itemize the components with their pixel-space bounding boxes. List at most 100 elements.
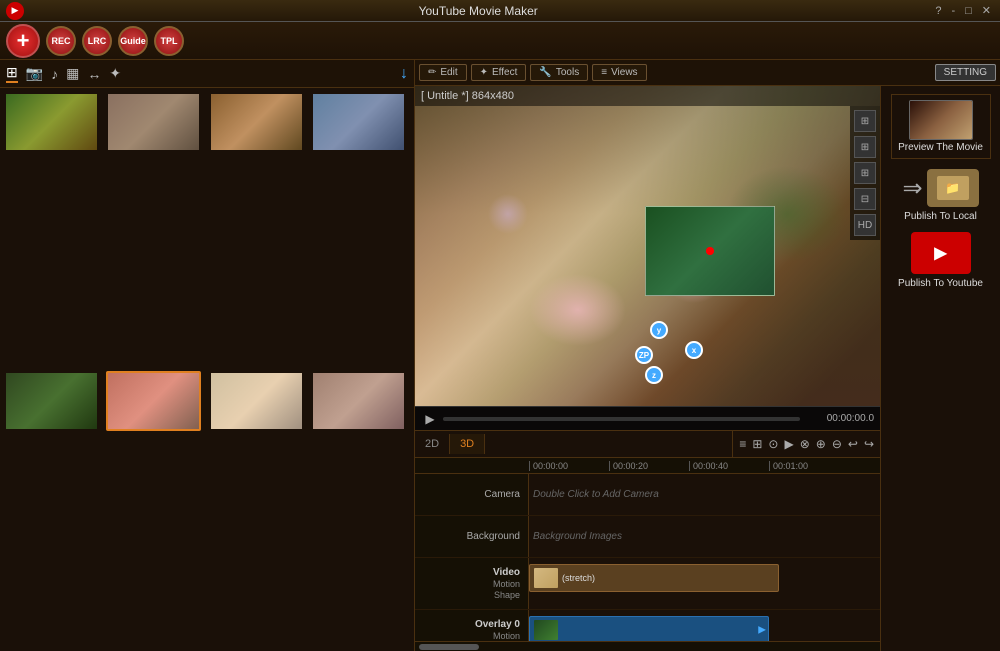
rec-button[interactable]: REC — [46, 26, 76, 56]
media-item[interactable] — [106, 92, 201, 152]
track-content-camera[interactable]: Double Click to Add Camera — [529, 474, 880, 515]
timeline-tool-list[interactable]: ≡ — [739, 437, 746, 451]
track-label-camera: Camera — [415, 474, 529, 515]
video-clip[interactable]: (stretch) — [529, 564, 779, 592]
publish-local-button[interactable]: ⇒ 📁 Publish To Local — [891, 169, 991, 222]
maximize-button[interactable]: □ — [962, 5, 975, 17]
timeline-tools: ≡ ⊞ ⊙ ▶ ⊗ ⊕ ⊖ ↩ ↪ — [732, 431, 880, 457]
edit-icon: ✏ — [428, 67, 436, 78]
tools-tab[interactable]: 🔧 Tools — [530, 64, 588, 81]
ruler-mark: 00:00:00 — [529, 461, 609, 471]
track-label-video: Video Motion Shape — [415, 558, 529, 609]
timeline-tool-undo[interactable]: ↩ — [848, 437, 858, 451]
media-tab-music[interactable]: ♪ — [51, 66, 58, 82]
progress-bar[interactable] — [443, 417, 800, 421]
media-tab-sticker[interactable]: ✦ — [109, 65, 121, 82]
main-toolbar: + REC LRC Guide TPL — [0, 22, 1000, 60]
views-tab[interactable]: ≡ Views — [592, 64, 646, 81]
publish-youtube-button[interactable]: ▶ Publish To Youtube — [891, 232, 991, 289]
timeline-tool-zoom-out[interactable]: ⊖ — [832, 437, 842, 451]
app-title: YouTube Movie Maker — [24, 4, 932, 18]
preview-thumb-inner — [910, 101, 972, 139]
scroll-thumb[interactable] — [419, 644, 479, 650]
help-button[interactable]: ? — [932, 5, 944, 17]
handle-z[interactable]: z — [645, 366, 663, 384]
timeline-tool-redo[interactable]: ↪ — [864, 437, 874, 451]
clip-thumb-overlay0 — [534, 620, 558, 640]
ruler-mark: 00:01:00 — [769, 461, 849, 471]
track-content-overlay0[interactable]: ▶ — [529, 610, 880, 641]
import-button[interactable]: ↓ — [400, 65, 408, 83]
effect-icon: ✦ — [480, 67, 488, 78]
aspect-ratio-button-1[interactable]: ⊞ — [854, 110, 876, 132]
guide-button[interactable]: Guide — [118, 26, 148, 56]
aspect-ratio-button-3[interactable]: ⊞ — [854, 162, 876, 184]
aspect-ratio-button-5[interactable]: HD — [854, 214, 876, 236]
timeline-tool-upload[interactable]: ⊙ — [768, 437, 778, 451]
tools-icon: 🔧 — [539, 67, 551, 78]
preview-movie-thumbnail — [909, 100, 973, 140]
media-tab-video[interactable]: ⊞ — [6, 64, 18, 83]
track-content-video[interactable]: (stretch) — [529, 558, 880, 609]
media-item[interactable] — [209, 371, 304, 431]
preview-overlay-thumbnail[interactable] — [645, 206, 775, 296]
media-item-selected[interactable] — [106, 371, 201, 431]
timeline-tool-play[interactable]: ▶ — [784, 437, 793, 451]
tab-3d[interactable]: 3D — [450, 434, 485, 454]
effect-tab[interactable]: ✦ Effect — [471, 64, 527, 81]
track-row-overlay0: Overlay 0 Motion Shape ▶ — [415, 610, 880, 641]
media-tab-camera[interactable]: 📷 — [26, 65, 43, 82]
handle-x[interactable]: x — [685, 341, 703, 359]
media-item[interactable] — [4, 92, 99, 152]
tpl-button[interactable]: TPL — [154, 26, 184, 56]
aspect-ratio-button-2[interactable]: ⊞ — [854, 136, 876, 158]
track-row-video: Video Motion Shape (stretch) — [415, 558, 880, 610]
lrc-button[interactable]: LRC — [82, 26, 112, 56]
preview-area: [ Untitle *] 864x480 T ◁ ▷ B I U — [415, 86, 880, 406]
timeline-scrollbar[interactable] — [415, 641, 880, 651]
minimize-button[interactable]: - — [948, 5, 958, 17]
handle-zp[interactable]: ZP — [635, 346, 653, 364]
main-area: ⊞ 📷 ♪ ▦ ↔ ✦ ↓ — [0, 60, 1000, 651]
play-button[interactable]: ▶ — [421, 410, 439, 428]
preview-movie-button[interactable]: Preview The Movie — [891, 94, 991, 159]
edit-tab[interactable]: ✏ ✏ Edit Edit — [419, 64, 467, 81]
tab-2d[interactable]: 2D — [415, 434, 450, 454]
media-item[interactable] — [311, 371, 406, 431]
track-label-background: Background — [415, 516, 529, 557]
media-toolbar: ⊞ 📷 ♪ ▦ ↔ ✦ ↓ — [0, 60, 414, 88]
titlebar: ▶ YouTube Movie Maker ? - □ ✕ — [0, 0, 1000, 22]
bottom-tabs: 2D 3D ≡ ⊞ ⊙ ▶ ⊗ ⊕ ⊖ ↩ ↪ — [415, 430, 880, 458]
track-row-background: Background Background Images — [415, 516, 880, 558]
clip-thumb-video — [534, 568, 558, 588]
publish-youtube-label: Publish To Youtube — [898, 278, 983, 289]
setting-button[interactable]: SETTING — [935, 64, 996, 81]
publish-local-label: Publish To Local — [904, 211, 977, 222]
handle-y[interactable]: y — [650, 321, 668, 339]
media-tab-fx[interactable]: ↔ — [87, 66, 101, 82]
ruler-mark: 00:00:20 — [609, 461, 689, 471]
preview-movie-label: Preview The Movie — [898, 142, 983, 153]
publish-arrow-icon: ⇒ — [902, 174, 922, 203]
add-button[interactable]: + — [6, 24, 40, 58]
transport-bar: ▶ 00:00:00.0 — [415, 406, 880, 430]
track-content-background[interactable]: Background Images — [529, 516, 880, 557]
timeline-tool-zoom-in[interactable]: ⊕ — [816, 437, 826, 451]
media-tab-image[interactable]: ▦ — [66, 65, 79, 82]
preview-title-bar: [ Untitle *] 864x480 — [415, 86, 880, 106]
timeline-tool-add-video[interactable]: ⊞ — [752, 437, 762, 451]
overlay0-clip[interactable]: ▶ — [529, 616, 769, 641]
track-row-camera: Camera Double Click to Add Camera — [415, 474, 880, 516]
media-item[interactable] — [311, 92, 406, 152]
publish-local-icon: 📁 — [927, 169, 979, 207]
media-item[interactable] — [4, 371, 99, 431]
preview-file-info: [ Untitle *] 864x480 — [421, 90, 514, 102]
timeline-right-sidebar: Preview The Movie ⇒ 📁 Publish To Local — [880, 86, 1000, 651]
timeline-tool-record[interactable]: ⊗ — [800, 437, 810, 451]
track-hint-background: Background Images — [533, 516, 622, 557]
ruler-mark: 00:00:40 — [689, 461, 769, 471]
close-button[interactable]: ✕ — [979, 4, 994, 17]
aspect-ratio-button-4[interactable]: ⊟ — [854, 188, 876, 210]
timeline-ruler: 00:00:00 00:00:20 00:00:40 00:01:00 — [415, 458, 880, 474]
media-item[interactable] — [209, 92, 304, 152]
